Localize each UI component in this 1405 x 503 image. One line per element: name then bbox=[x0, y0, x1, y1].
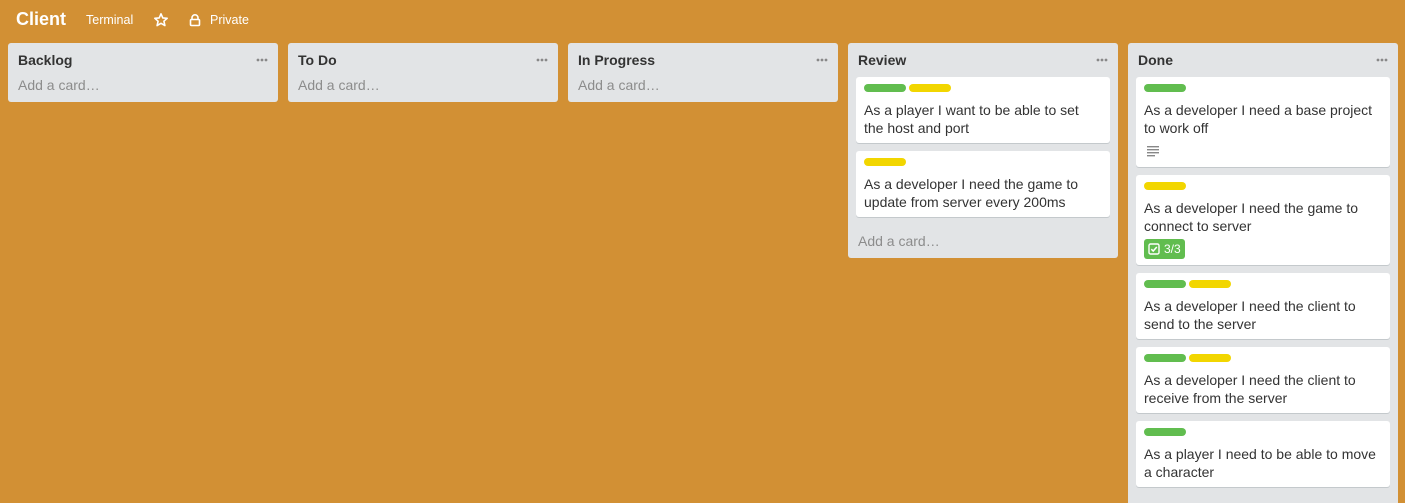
card-title: As a player I want to be able to set the… bbox=[864, 102, 1079, 136]
list-title[interactable]: To Do bbox=[298, 52, 337, 68]
card-labels bbox=[1144, 280, 1382, 288]
label-green bbox=[1144, 84, 1186, 92]
label-yellow bbox=[909, 84, 951, 92]
ellipsis-icon[interactable] bbox=[254, 53, 270, 65]
card-badges bbox=[1144, 141, 1382, 161]
privacy-label: Private bbox=[210, 13, 249, 27]
card-list: As a developer I need a base project to … bbox=[1128, 75, 1398, 487]
card[interactable]: As a player I need to be able to move a … bbox=[1136, 421, 1390, 487]
card[interactable]: As a developer I need the client to send… bbox=[1136, 273, 1390, 339]
list-title[interactable]: In Progress bbox=[578, 52, 655, 68]
card-badges: 3/3 bbox=[1144, 239, 1382, 259]
label-green bbox=[864, 84, 906, 92]
label-yellow bbox=[1144, 182, 1186, 190]
card-title: As a developer I need the game to update… bbox=[864, 176, 1079, 210]
add-card-button[interactable]: Add a card… bbox=[288, 75, 558, 102]
list-header: Backlog bbox=[8, 43, 278, 75]
checklist-count: 3/3 bbox=[1164, 242, 1181, 256]
label-yellow bbox=[1189, 280, 1231, 288]
card[interactable]: As a developer I need a base project to … bbox=[1136, 77, 1390, 167]
list-header: Review bbox=[848, 43, 1118, 75]
card[interactable]: As a developer I need the game to connec… bbox=[1136, 175, 1390, 265]
list-backlog: Backlog Add a card… bbox=[8, 43, 278, 102]
list-title[interactable]: Review bbox=[858, 52, 906, 68]
add-card-button[interactable]: Add a card… bbox=[8, 75, 278, 102]
add-card-button[interactable]: Add a card… bbox=[848, 225, 1118, 258]
label-green bbox=[1144, 280, 1186, 288]
card-title: As a developer I need the client to rece… bbox=[1144, 372, 1356, 406]
list-title[interactable]: Done bbox=[1138, 52, 1173, 68]
description-icon bbox=[1147, 146, 1159, 157]
ellipsis-icon[interactable] bbox=[814, 53, 830, 65]
list-header: Done bbox=[1128, 43, 1398, 75]
card-labels bbox=[864, 158, 1102, 166]
privacy-button[interactable]: Private bbox=[188, 12, 249, 28]
card-labels bbox=[864, 84, 1102, 92]
card[interactable]: As a developer I need the client to rece… bbox=[1136, 347, 1390, 413]
ellipsis-icon[interactable] bbox=[534, 53, 550, 65]
label-green bbox=[1144, 428, 1186, 436]
card-title: As a developer I need a base project to … bbox=[1144, 102, 1373, 136]
list-done: Done As a developer I need a base projec… bbox=[1128, 43, 1398, 503]
star-icon[interactable] bbox=[153, 12, 169, 28]
card-list: As a player I want to be able to set the… bbox=[848, 75, 1118, 217]
list-in-progress: In Progress Add a card… bbox=[568, 43, 838, 102]
list-to-do: To Do Add a card… bbox=[288, 43, 558, 102]
label-green bbox=[1144, 354, 1186, 362]
label-yellow bbox=[1189, 354, 1231, 362]
board-team-name[interactable]: Terminal bbox=[86, 13, 133, 27]
lock-icon bbox=[189, 14, 201, 27]
card-labels bbox=[1144, 182, 1382, 190]
add-card-button[interactable]: Add a card… bbox=[568, 75, 838, 102]
card-labels bbox=[1144, 428, 1382, 436]
checklist-badge: 3/3 bbox=[1144, 239, 1185, 259]
list-title[interactable]: Backlog bbox=[18, 52, 72, 68]
label-yellow bbox=[864, 158, 906, 166]
list-header: In Progress bbox=[568, 43, 838, 75]
card-labels bbox=[1144, 354, 1382, 362]
ellipsis-icon[interactable] bbox=[1094, 53, 1110, 65]
card-title: As a developer I need the game to connec… bbox=[1144, 200, 1359, 234]
board-title[interactable]: Client bbox=[16, 9, 66, 30]
card[interactable]: As a developer I need the game to update… bbox=[856, 151, 1110, 217]
card-title: As a player I need to be able to move a … bbox=[1144, 446, 1376, 480]
card-title: As a developer I need the client to send… bbox=[1144, 298, 1356, 332]
list-header: To Do bbox=[288, 43, 558, 75]
board-header: Client Terminal Private bbox=[0, 0, 1405, 40]
checklist-icon bbox=[1148, 243, 1160, 255]
ellipsis-icon[interactable] bbox=[1374, 53, 1390, 65]
card[interactable]: As a player I want to be able to set the… bbox=[856, 77, 1110, 143]
list-review: Review As a player I want to be able to … bbox=[848, 43, 1118, 258]
card-labels bbox=[1144, 84, 1382, 92]
